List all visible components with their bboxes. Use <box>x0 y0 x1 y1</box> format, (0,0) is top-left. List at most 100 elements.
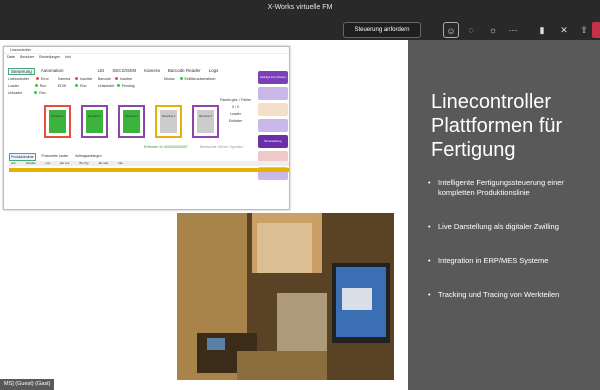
side-button-bereitstellung[interactable]: Bereitstellung <box>258 135 288 148</box>
status-label: Linecontroller <box>8 77 30 81</box>
info-green: ErNester. Id: 600000000007 <box>144 145 188 149</box>
status-dot <box>75 84 79 87</box>
tab-steuerung[interactable]: Steuerung <box>8 68 35 75</box>
machine-label: Maschine 3 <box>123 110 140 133</box>
side-buttons: Aufträge Zum Rüsten Bereitstellung <box>258 71 288 183</box>
machine-card[interactable]: Maschine 3 <box>118 105 145 138</box>
column-header: Bel Typ <box>79 161 89 165</box>
people-icon[interactable]: ☺ <box>443 22 459 38</box>
bullet-item: Live Darstellung als digitaler Zwilling <box>428 222 596 232</box>
column-header: Ein Los <box>60 161 70 165</box>
status-dot <box>116 84 120 87</box>
presenter-name-tag: MS] (Guest) (Gast) <box>0 379 55 390</box>
tab-logs[interactable]: Logs <box>207 68 221 75</box>
side-button[interactable] <box>258 119 288 132</box>
tab-barcode-reader[interactable]: Barcode Reader <box>166 68 203 75</box>
status-value: Error <box>41 77 49 81</box>
menu-item[interactable]: Info <box>65 54 71 60</box>
status-label: Loader <box>8 84 19 88</box>
table-row[interactable] <box>9 168 289 172</box>
bullet-item: Tracking und Tracing von Werkteilen <box>428 290 596 300</box>
modus-label: Modus <box>164 77 175 81</box>
factory-photo <box>177 213 394 380</box>
machine-card[interactable]: Maschine 5 <box>192 105 219 138</box>
share-icon[interactable]: ⇧ <box>576 22 592 38</box>
chat-icon[interactable]: ◌ <box>463 22 479 38</box>
panel-counter: Panels ges. / Fehler 0 / 0 Loader Entlad… <box>220 97 251 125</box>
machine-card[interactable]: Maschine 2 <box>81 105 108 138</box>
side-button[interactable] <box>258 103 288 116</box>
bullet-item: Integration in ERP/MES Systeme <box>428 256 596 266</box>
tab-kamera[interactable]: Kamera <box>142 68 162 75</box>
machine-label: Maschine 1 <box>49 110 66 133</box>
menu-item[interactable]: Datei <box>7 54 15 60</box>
status-dot <box>115 77 119 80</box>
meeting-toolbar: X-Works virtuelle FM Steuerung anfordern… <box>0 0 600 40</box>
column-header: Job <box>11 161 16 165</box>
status-value: Run <box>39 91 46 95</box>
unloader-label: Entlader <box>229 119 243 123</box>
tab-automation[interactable]: Automation <box>39 68 66 75</box>
tab-secs-gem[interactable]: SECS/GEM <box>110 68 138 75</box>
status-label: Kamera <box>58 77 71 81</box>
status-dot <box>75 77 79 80</box>
machine-card[interactable]: Maschine 1 <box>44 105 71 138</box>
machine-label: Maschine 2 <box>86 110 103 133</box>
info-grey: Beobachte Ohnen Operator <box>200 145 244 149</box>
tab-lei[interactable]: LEI <box>96 68 107 75</box>
slide-title: Linecontroller Plattformen für Fertigung <box>431 91 563 161</box>
status-dot <box>36 77 39 80</box>
status-dot <box>34 91 38 94</box>
status-value: Inactive <box>80 77 93 81</box>
leave-button[interactable] <box>592 22 600 38</box>
reactions-icon[interactable]: ☼ <box>485 22 501 38</box>
status-label: EDIS <box>58 84 67 88</box>
mic-icon[interactable]: ✕ <box>556 22 572 38</box>
status-mid: Kamera Inactive EDIS Run <box>58 76 92 90</box>
bullet-item: Intelligente Fertigungssteuerung einer k… <box>428 178 596 198</box>
sub-tabs: Produktionsliste Produzierte Lasten Auft… <box>9 153 103 161</box>
menu-item[interactable]: Einstellungen <box>39 54 60 60</box>
app-window-title: Linecontroller <box>4 47 289 54</box>
status-value: Run <box>80 84 87 88</box>
modus-value: EinBlat automatisch <box>184 77 216 81</box>
column-header: Variable <box>25 161 36 165</box>
camera-icon[interactable]: ▮ <box>534 22 550 38</box>
machine-label: Maschine 4 <box>160 110 177 133</box>
subtab-produktionsliste[interactable]: Produktionsliste <box>9 153 36 161</box>
bullet-list: Intelligente Fertigungssteuerung einer k… <box>428 178 596 324</box>
machine-card[interactable]: Maschine 4 <box>155 105 182 138</box>
status-mid2: Barcode Inactive Urlaubsbit Pending <box>98 76 135 90</box>
modus-status: Modus EinBlat automatisch <box>164 76 215 83</box>
slide-panel: Linecontroller Plattformen für Fertigung… <box>408 40 600 390</box>
machine-cards: Maschine 1 Maschine 2 Maschine 3 Maschin… <box>44 105 219 138</box>
meeting-title: X-Works virtuelle FM <box>267 4 333 11</box>
status-left: Linecontroller Error Loader Run Unloader… <box>8 76 49 97</box>
subtab-produzierte-lasten[interactable]: Produzierte Lasten <box>41 153 70 161</box>
status-label: Unloader <box>8 91 23 95</box>
machine-label: Maschine 5 <box>197 110 214 133</box>
more-icon[interactable]: ⋯ <box>505 22 521 38</box>
column-header: Los <box>45 161 51 165</box>
linecontroller-app: Linecontroller Datei Benutzer Einstellun… <box>3 46 290 210</box>
status-dot <box>34 84 38 87</box>
status-dot <box>179 77 183 80</box>
request-control-button[interactable]: Steuerung anfordern <box>343 22 421 38</box>
menu-item[interactable]: Benutzer <box>20 54 34 60</box>
loader-label: Loader <box>230 112 242 116</box>
panel-label: Panels ges. / Fehler <box>220 98 252 102</box>
status-value: Pending <box>121 84 135 88</box>
app-menu: Datei Benutzer Einstellungen Info <box>4 54 289 60</box>
status-value: Inactive <box>120 77 133 81</box>
app-tabs: Steuerung Automation LEI SECS/GEM Kamera… <box>8 68 220 75</box>
column-header: Info <box>118 161 123 165</box>
status-value: Run <box>39 84 47 88</box>
status-label: Barcode <box>98 77 112 81</box>
subtab-auftragsanfragen[interactable]: Auftragsanfrangen <box>74 153 102 161</box>
panel-value: 0 / 0 <box>232 105 239 109</box>
column-header: Ein stat <box>98 161 109 165</box>
status-label: Urlaubsbit <box>98 84 114 88</box>
side-button-auftraege[interactable]: Aufträge Zum Rüsten <box>258 71 288 84</box>
side-button[interactable] <box>258 87 288 100</box>
table-header: Job Variable Los Ein Los Bel Typ Ein sta… <box>9 161 289 166</box>
